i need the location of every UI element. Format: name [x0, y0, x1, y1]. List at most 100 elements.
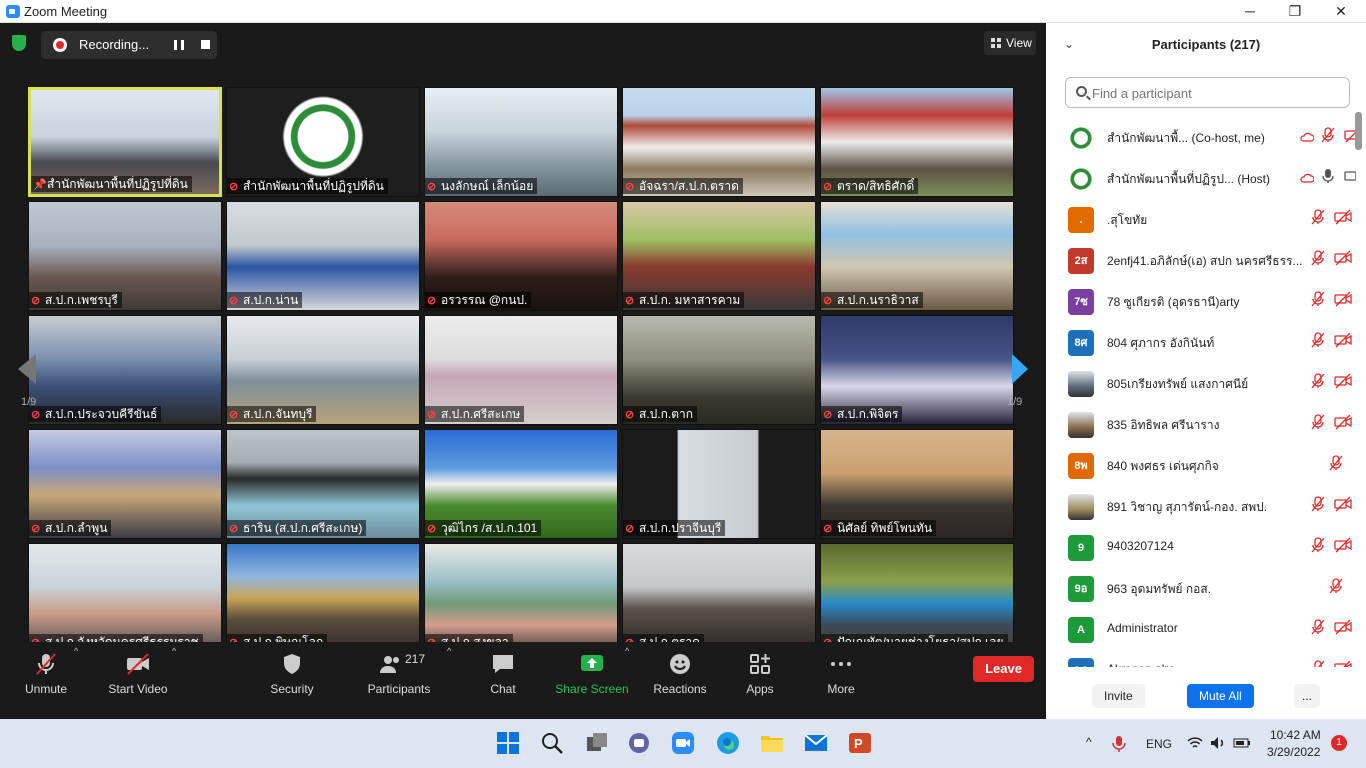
video-tile[interactable]: ⊘ ส.ป.ก.เพชรบุรี: [28, 201, 222, 311]
participant-row[interactable]: AA Akrapon alro: [1046, 650, 1356, 667]
participant-display-name: ส.ป.ก.ปราจีนบุรี: [639, 521, 722, 535]
participant-row[interactable]: 805เกรียงทรัพย์ แสงกาศนีย์: [1046, 363, 1356, 404]
muted-mic-icon: [1311, 373, 1325, 389]
video-tile-name: ⊘ สำนักพัฒนาพื้นที่ปฏิรูปที่ดิน: [227, 178, 388, 194]
mute-all-button[interactable]: Mute All: [1187, 684, 1254, 708]
powerpoint-icon[interactable]: P: [848, 731, 872, 755]
leave-button[interactable]: Leave: [973, 656, 1034, 682]
close-button[interactable]: ✕: [1325, 2, 1357, 20]
participant-row[interactable]: 8ศ 804 ศุภากร อังกินันท์: [1046, 322, 1356, 363]
video-tile[interactable]: ⊘ส.ป.ก.สงขลา: [424, 543, 618, 653]
windows-start-icon[interactable]: [496, 731, 520, 755]
view-button[interactable]: View: [984, 31, 1036, 55]
panel-more-button[interactable]: ...: [1294, 684, 1321, 708]
video-tile[interactable]: ⊘ ตราด/สิทธิศักดิ์: [820, 87, 1014, 197]
share-screen-button[interactable]: Share Screen: [554, 652, 630, 712]
video-tile[interactable]: ⊘ นิศัลย์ ทิพย์โพนทัน: [820, 429, 1014, 539]
video-tile[interactable]: ⊘ ธาริน (ส.ป.ก.ศรีสะเกษ): [226, 429, 420, 539]
prev-page-arrow-icon[interactable]: [18, 354, 36, 384]
participant-row[interactable]: A Administrator: [1046, 609, 1356, 650]
participant-display-name: ส.ป.ก.ศรีสะเกษ: [441, 407, 521, 421]
participant-display-name: ส.ป.ก.น่าน: [243, 293, 299, 307]
participant-row[interactable]: สำนักพัฒนาพื้นที่ปฏิรูป... (Host): [1046, 158, 1356, 199]
more-button[interactable]: More: [824, 652, 858, 712]
volume-icon[interactable]: [1210, 736, 1226, 750]
muted-mic-icon: ⊘: [625, 181, 635, 193]
security-button[interactable]: Security: [266, 652, 318, 712]
clock-date[interactable]: 3/29/2022: [1267, 745, 1320, 759]
stop-recording-button[interactable]: [201, 40, 210, 49]
participant-row[interactable]: . .สุโขทัย: [1046, 199, 1356, 240]
participant-row[interactable]: 835 อิทธิพล ศรีนาราง: [1046, 404, 1356, 445]
file-explorer-icon[interactable]: [760, 731, 784, 755]
participant-row[interactable]: 891 วิชาญ สุภารัตน์-กอง. สพป.: [1046, 486, 1356, 527]
participant-search-input[interactable]: [1092, 84, 1342, 102]
zoom-app-icon[interactable]: [671, 731, 695, 755]
notification-badge[interactable]: 1: [1331, 735, 1347, 751]
search-icon[interactable]: [540, 731, 564, 755]
participant-avatar: 9: [1068, 535, 1094, 561]
unmute-button[interactable]: Unmute: [20, 652, 72, 712]
video-tile-name: ⊘ นงลักษณ์ เล็กน้อย: [425, 178, 538, 194]
video-tile[interactable]: ⊘ สำนักพัฒนาพื้นที่ปฏิรูปที่ดิน: [226, 87, 420, 197]
show-hidden-icons-chevron-icon[interactable]: ^: [1086, 735, 1092, 749]
video-tile[interactable]: ⊘ ส.ป.ก.น่าน: [226, 201, 420, 311]
video-tile[interactable]: ⊘ส.ป.ก.ตราด: [622, 543, 816, 653]
participants-options-chevron-icon[interactable]: ^: [447, 646, 451, 656]
svg-text:P: P: [854, 736, 863, 751]
edge-browser-icon[interactable]: [716, 731, 740, 755]
pause-recording-button[interactable]: [174, 40, 184, 50]
video-tile[interactable]: ⊘ นงลักษณ์ เล็กน้อย: [424, 87, 618, 197]
participants-footer: Invite Mute All ...: [1046, 679, 1366, 719]
reactions-button[interactable]: Reactions: [652, 652, 708, 712]
video-tile[interactable]: 📌สำนักพัฒนาพื้นที่ปฏิรูปที่ดิน: [28, 87, 222, 197]
participant-avatar: AA: [1068, 658, 1094, 667]
participants-button[interactable]: 217 Participants: [364, 652, 434, 712]
video-tile[interactable]: ⊘ ส.ป.ก.ลำพูน: [28, 429, 222, 539]
video-tile[interactable]: ⊘ ส.ป.ก.ประจวบคีรีขันธ์: [28, 315, 222, 425]
maximize-button[interactable]: ❐: [1279, 2, 1311, 20]
wifi-icon[interactable]: [1187, 736, 1203, 750]
participant-search[interactable]: [1065, 77, 1350, 108]
audio-options-chevron-icon[interactable]: ^: [74, 646, 78, 656]
video-tile[interactable]: ⊘ ส.ป.ก.ปราจีนบุรี: [622, 429, 816, 539]
teams-chat-icon[interactable]: [627, 731, 651, 755]
participant-row[interactable]: สำนักพัฒนาพื้... (Co-host, me): [1046, 117, 1356, 158]
start-video-button[interactable]: Start Video: [105, 652, 171, 712]
security-shield-icon[interactable]: [12, 35, 26, 51]
video-tile-name: ⊘ นิศัลย์ ทิพย์โพนทัน: [821, 520, 937, 536]
minimize-button[interactable]: ─: [1234, 2, 1266, 20]
participant-list-scrollbar[interactable]: [1355, 112, 1362, 150]
video-tile[interactable]: ⊘ปัณณทัต/นายช่างโยธา/สปก.เลย: [820, 543, 1014, 653]
battery-icon[interactable]: [1233, 736, 1251, 750]
video-tile[interactable]: ⊘ อรวรรณ @กนป.: [424, 201, 618, 311]
participant-row[interactable]: 8พ 840 พงศธร เด่นศุภกิจ: [1046, 445, 1356, 486]
participant-display-name: อรวรรณ @กนป.: [441, 293, 528, 307]
apps-button[interactable]: Apps: [744, 652, 776, 712]
video-tile[interactable]: ⊘ อัจฉรา/ส.ป.ก.ตราด: [622, 87, 816, 197]
clock-time[interactable]: 10:42 AM: [1270, 728, 1321, 742]
video-tile[interactable]: ⊘ ส.ป.ก.จันทบุรี: [226, 315, 420, 425]
video-tile[interactable]: ⊘ส.ป.ก.จังหวัดนครศรีธรรมราช: [28, 543, 222, 653]
video-tile[interactable]: ⊘ส.ป.ก.พิษณุโลก: [226, 543, 420, 653]
participant-row[interactable]: 9อ 963 อุดมทรัพย์ กอส.: [1046, 568, 1356, 609]
language-indicator[interactable]: ENG: [1146, 737, 1172, 751]
invite-button[interactable]: Invite: [1092, 684, 1145, 708]
next-page-arrow-icon[interactable]: [1012, 354, 1028, 384]
video-tile[interactable]: ⊘ ส.ป.ก.พิจิตร: [820, 315, 1014, 425]
video-tile[interactable]: ⊘ ส.ป.ก.ศรีสะเกษ: [424, 315, 618, 425]
video-tile[interactable]: ⊘ ส.ป.ก.ตาก: [622, 315, 816, 425]
task-view-icon[interactable]: [585, 731, 609, 755]
video-options-chevron-icon[interactable]: ^: [172, 646, 176, 656]
participant-row[interactable]: 9 9403207124: [1046, 527, 1356, 568]
share-options-chevron-icon[interactable]: ^: [625, 646, 629, 656]
participant-row[interactable]: 2ส 2enfj41.อภิลักษ์(เอ) สปก นครศรีธรร...: [1046, 240, 1356, 281]
chat-button[interactable]: Chat: [485, 652, 521, 712]
microphone-in-use-icon[interactable]: [1112, 735, 1126, 753]
video-tile[interactable]: ⊘ วุฒิไกร /ส.ป.ก.101: [424, 429, 618, 539]
collapse-panel-chevron-icon[interactable]: ⌄: [1064, 37, 1074, 51]
mail-icon[interactable]: [804, 731, 828, 755]
video-tile[interactable]: ⊘ ส.ป.ก. มหาสารคาม: [622, 201, 816, 311]
video-tile[interactable]: ⊘ ส.ป.ก.นราธิวาส: [820, 201, 1014, 311]
participant-row[interactable]: 7ซ 78 ซูเกียรติ (อุดรธานี)arty: [1046, 281, 1356, 322]
